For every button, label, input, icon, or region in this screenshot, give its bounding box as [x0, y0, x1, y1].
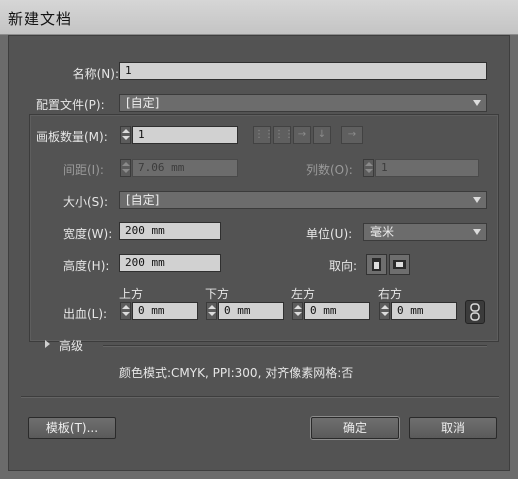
- chevron-down-icon: [473, 229, 481, 235]
- stepper-up-icon: [294, 305, 302, 309]
- settings-summary: 颜色模式:CMYK, PPI:300, 对齐像素网格:否: [119, 366, 354, 380]
- title-bar: 新建文档: [0, 0, 518, 35]
- units-select[interactable]: 毫米: [363, 223, 487, 241]
- footer-separator: [21, 396, 499, 398]
- stepper-up-icon: [365, 162, 373, 166]
- height-input[interactable]: 200 mm: [119, 254, 221, 272]
- stepper-up-icon: [122, 305, 130, 309]
- bleed-right-input[interactable]: 0 mm: [391, 302, 457, 320]
- advanced-toggle[interactable]: 高级: [59, 337, 83, 354]
- artboard-count-stepper[interactable]: [120, 126, 131, 144]
- spacing-label: 间距(I):: [63, 163, 104, 177]
- orientation-label: 取向:: [329, 259, 358, 273]
- stepper-down-icon: [122, 312, 130, 316]
- name-label: 名称(N):: [72, 67, 119, 81]
- bleed-right-stepper[interactable]: [379, 302, 390, 320]
- width-input[interactable]: 200 mm: [119, 222, 221, 240]
- disclosure-triangle-icon[interactable]: [45, 340, 50, 348]
- advanced-separator: [103, 345, 487, 347]
- profile-value: [自定]: [126, 96, 160, 110]
- portrait-icon[interactable]: [366, 254, 387, 275]
- bleed-left-input[interactable]: 0 mm: [304, 302, 370, 320]
- bleed-top-input[interactable]: 0 mm: [132, 302, 198, 320]
- stepper-up-icon: [122, 162, 130, 166]
- stepper-up-icon: [381, 305, 389, 309]
- size-value: [自定]: [126, 193, 160, 207]
- stepper-down-icon: [365, 169, 373, 173]
- size-select[interactable]: [自定]: [119, 191, 487, 209]
- right-to-left-icon[interactable]: →: [341, 126, 363, 144]
- grid-by-row-icon[interactable]: ⋮⋮: [253, 126, 274, 144]
- height-label: 高度(H):: [63, 259, 110, 273]
- bleed-top-label: 上方: [119, 287, 144, 301]
- cancel-button[interactable]: 取消: [409, 417, 497, 439]
- units-label: 单位(U):: [306, 227, 353, 241]
- landscape-icon[interactable]: [389, 254, 410, 275]
- stepper-up-icon: [122, 129, 130, 133]
- bleed-bottom-stepper[interactable]: [206, 302, 217, 320]
- arrange-by-column-icon[interactable]: ↓: [313, 126, 331, 144]
- artboard-count-label: 画板数量(M):: [36, 130, 108, 144]
- units-value: 毫米: [370, 225, 395, 239]
- bleed-bottom-input[interactable]: 0 mm: [218, 302, 284, 320]
- landscape-icon-glyph: [393, 260, 406, 269]
- arrange-by-row-icon[interactable]: →: [293, 126, 311, 144]
- portrait-icon-glyph: [372, 258, 381, 271]
- stepper-down-icon: [381, 312, 389, 316]
- stepper-down-icon: [122, 169, 130, 173]
- bleed-bottom-label: 下方: [205, 287, 230, 301]
- artboard-count-input[interactable]: 1: [132, 126, 238, 144]
- profile-label: 配置文件(P):: [36, 98, 105, 112]
- spacing-stepper[interactable]: [120, 159, 131, 177]
- width-label: 宽度(W):: [63, 227, 113, 241]
- link-icon[interactable]: [465, 300, 485, 324]
- chevron-down-icon: [473, 100, 481, 106]
- window-title: 新建文档: [8, 10, 73, 28]
- spacing-input[interactable]: 7.06 mm: [132, 159, 238, 177]
- link-icon-glyph: [470, 303, 480, 321]
- templates-button[interactable]: 模板(T)...: [28, 417, 116, 439]
- stepper-down-icon: [122, 136, 130, 140]
- profile-select[interactable]: [自定]: [119, 94, 487, 112]
- bleed-label: 出血(L):: [63, 307, 108, 321]
- chevron-down-icon: [473, 197, 481, 203]
- columns-stepper[interactable]: [363, 159, 374, 177]
- name-input[interactable]: 1: [119, 62, 487, 80]
- bleed-left-label: 左方: [291, 287, 316, 301]
- stepper-down-icon: [294, 312, 302, 316]
- stepper-up-icon: [208, 305, 216, 309]
- size-label: 大小(S):: [63, 195, 109, 209]
- bleed-top-stepper[interactable]: [120, 302, 131, 320]
- stepper-down-icon: [208, 312, 216, 316]
- bleed-left-stepper[interactable]: [292, 302, 303, 320]
- bleed-right-label: 右方: [378, 287, 403, 301]
- columns-input[interactable]: 1: [375, 159, 479, 177]
- new-document-dialog: 名称(N): 1 配置文件(P): [自定] 画板数量(M): 1 ⋮⋮ ⋮⋮ …: [8, 35, 510, 471]
- ok-button[interactable]: 确定: [311, 417, 399, 439]
- columns-label: 列数(O):: [306, 163, 353, 177]
- grid-by-column-icon[interactable]: ⋮⋮: [273, 126, 294, 144]
